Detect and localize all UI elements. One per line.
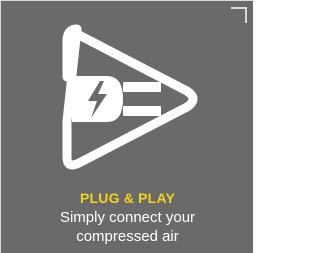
feature-title: PLUG & PLAY	[79, 190, 176, 206]
feature-card: PLUG & PLAY Simply connect your compress…	[0, 0, 253, 253]
feature-description: Simply connect your compressed air	[1, 208, 253, 246]
corner-bracket	[231, 7, 247, 23]
plug-lightning-play-icon	[62, 24, 198, 170]
description-line-1: Simply connect your	[59, 209, 196, 226]
description-line-2: compressed air	[76, 228, 179, 245]
